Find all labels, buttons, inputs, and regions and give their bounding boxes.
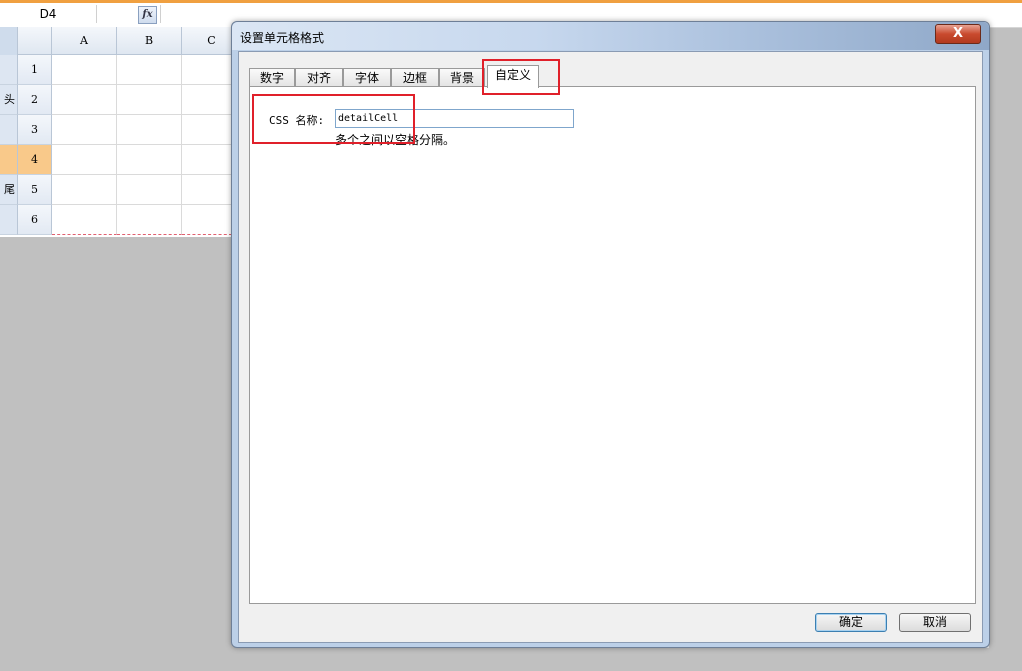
row-side-label: [0, 55, 18, 85]
cell-a5[interactable]: [52, 175, 117, 205]
row-side-label: 尾: [0, 175, 18, 205]
tab-font[interactable]: 字体: [343, 68, 391, 87]
row-side-label: [0, 205, 18, 235]
table-row: 3: [0, 115, 232, 145]
cell-c1[interactable]: [182, 55, 232, 85]
cell-a3[interactable]: [52, 115, 117, 145]
cell-b2[interactable]: [117, 85, 182, 115]
row-header[interactable]: 2: [18, 85, 52, 115]
cell-b5[interactable]: [117, 175, 182, 205]
cell-a2[interactable]: [52, 85, 117, 115]
cell-c2[interactable]: [182, 85, 232, 115]
tab-custom[interactable]: 自定义: [487, 65, 539, 88]
row-side-label: 头: [0, 85, 18, 115]
cell-a4[interactable]: [52, 145, 117, 175]
row-header[interactable]: 5: [18, 175, 52, 205]
cell-a6[interactable]: [52, 205, 117, 235]
row-header[interactable]: 1: [18, 55, 52, 85]
sheet-corner[interactable]: [0, 27, 52, 55]
cell-b4[interactable]: [117, 145, 182, 175]
ok-button[interactable]: 确定: [815, 613, 887, 632]
close-icon[interactable]: X: [935, 24, 981, 44]
cell-b1[interactable]: [117, 55, 182, 85]
name-box[interactable]: D4: [0, 5, 97, 23]
table-row: 6: [0, 205, 232, 235]
spreadsheet: A B C 1 头 2 3 4 尾 5 6: [0, 27, 242, 237]
table-row: 1: [0, 55, 232, 85]
cell-b6[interactable]: [117, 205, 182, 235]
tab-background[interactable]: 背景: [439, 68, 485, 87]
row-header[interactable]: 4: [18, 145, 52, 175]
fx-icon[interactable]: fx: [138, 6, 157, 24]
cell-c4[interactable]: [182, 145, 232, 175]
tab-panel-custom: CSS 名称: detailCell 多个之间以空格分隔。: [249, 86, 976, 604]
column-header-b[interactable]: B: [117, 27, 182, 55]
tab-border[interactable]: 边框: [391, 68, 439, 87]
row-header[interactable]: 3: [18, 115, 52, 145]
cell-a1[interactable]: [52, 55, 117, 85]
row-header[interactable]: 6: [18, 205, 52, 235]
row-side-label: [0, 145, 18, 175]
cell-c6[interactable]: [182, 205, 232, 235]
table-row: 尾 5: [0, 175, 232, 205]
tab-number[interactable]: 数字: [249, 68, 295, 87]
dialog-title: 设置单元格格式: [240, 31, 325, 45]
row-side-label: [0, 115, 18, 145]
tab-alignment[interactable]: 对齐: [295, 68, 343, 87]
cell-c5[interactable]: [182, 175, 232, 205]
cell-c3[interactable]: [182, 115, 232, 145]
table-row: 4: [0, 145, 232, 175]
table-row: 头 2: [0, 85, 232, 115]
column-header-a[interactable]: A: [52, 27, 117, 55]
cancel-button[interactable]: 取消: [899, 613, 971, 632]
cell-b3[interactable]: [117, 115, 182, 145]
dialog-titlebar[interactable]: 设置单元格格式 X: [232, 22, 989, 50]
highlight-box-css-field: [252, 94, 415, 144]
